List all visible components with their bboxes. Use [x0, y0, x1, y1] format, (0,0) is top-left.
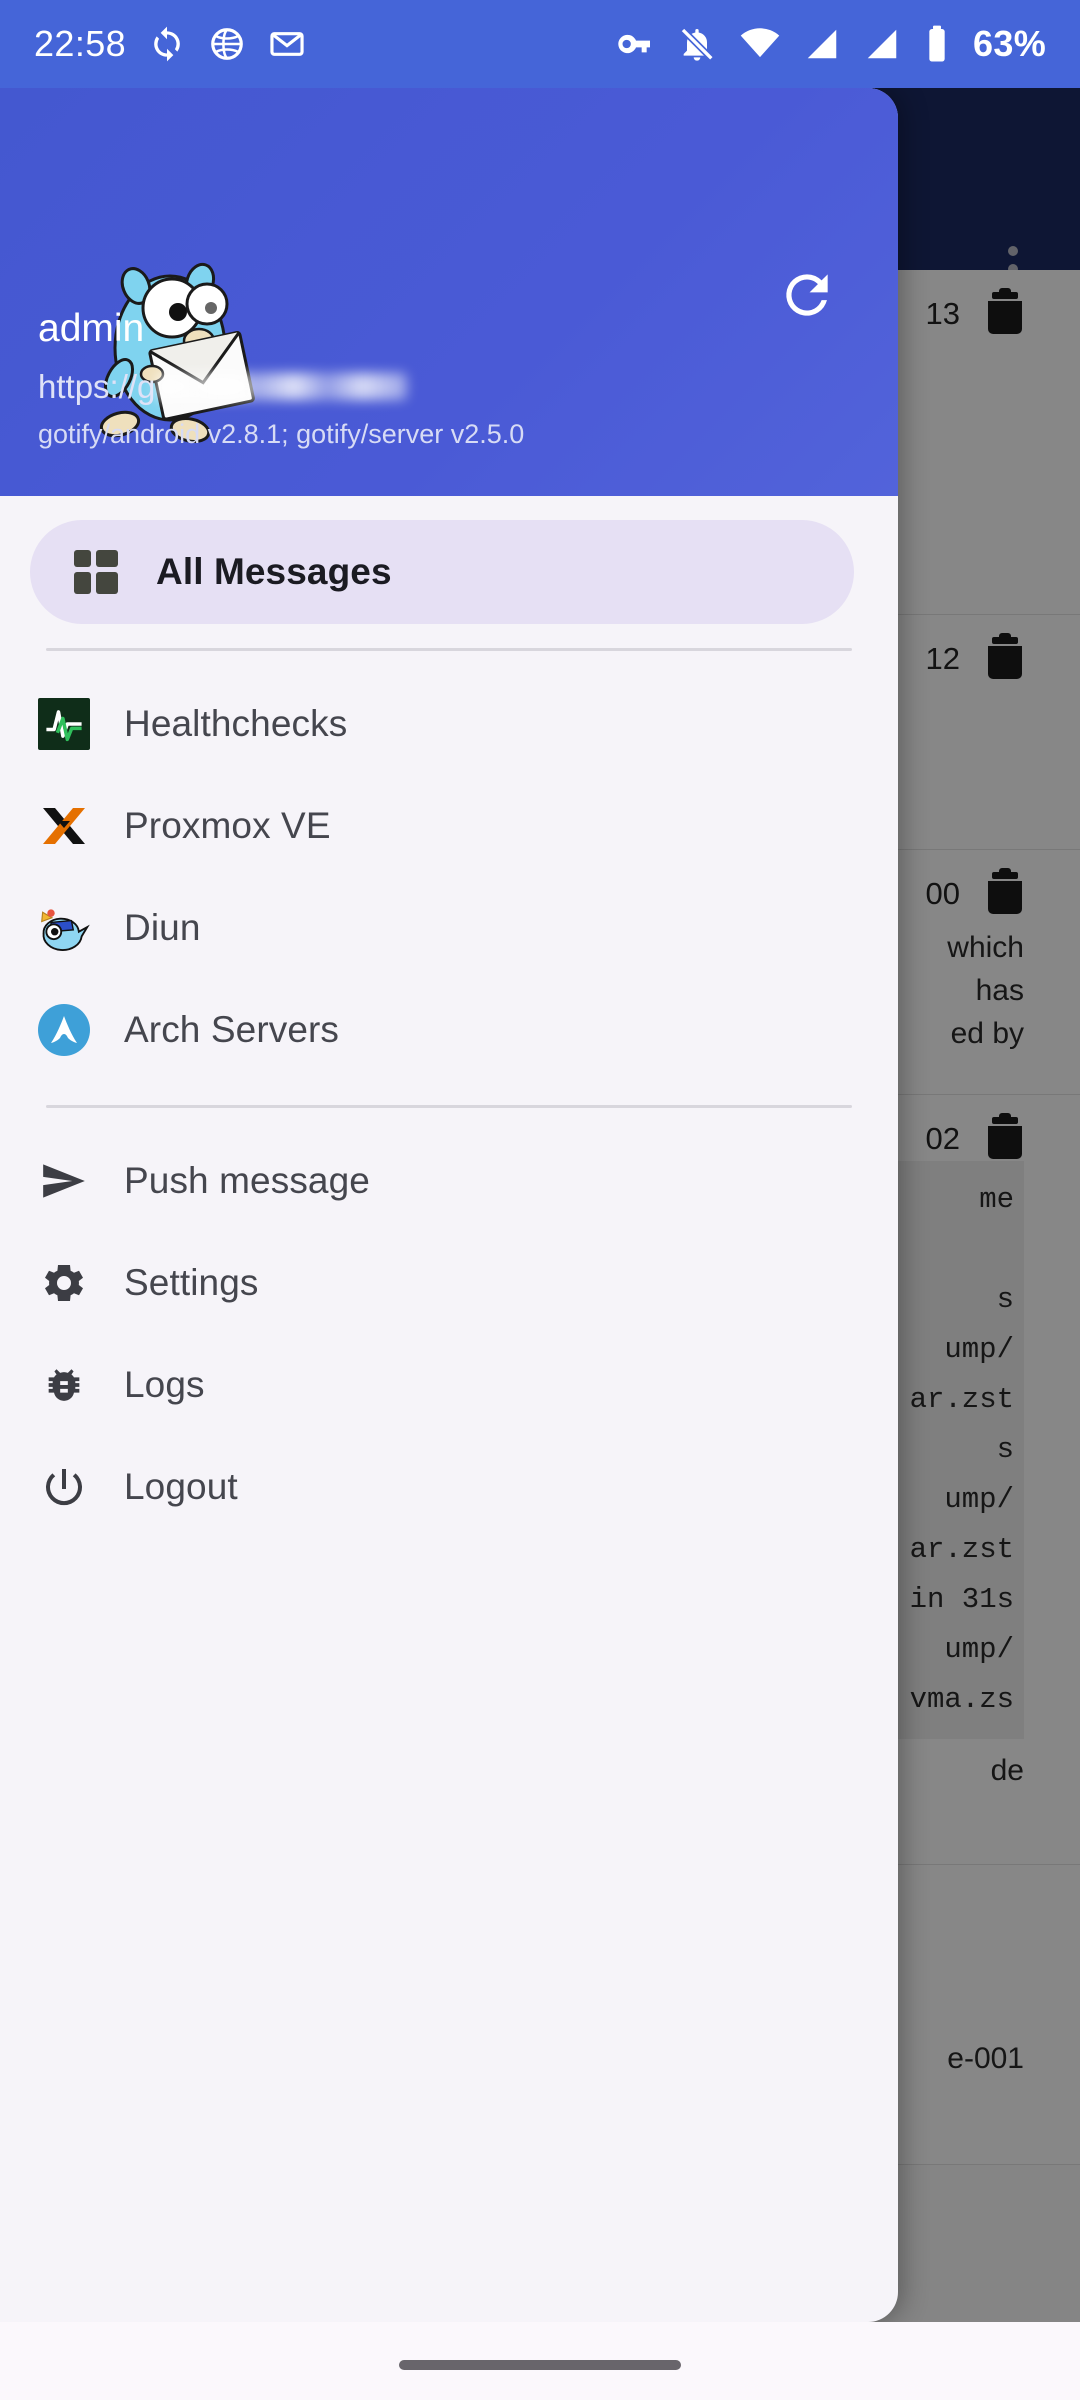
server-url-prefix: https://g	[38, 368, 156, 405]
drawer-header: admin https://g gotify/android v2.8.1; g…	[0, 88, 898, 496]
dashboard-grid-icon	[70, 546, 122, 598]
status-bar: 22:58 63%	[0, 0, 1080, 88]
vpn-key-icon	[618, 34, 651, 54]
server-url-redacted	[157, 373, 408, 400]
sidebar-item-push-message[interactable]: Push message	[0, 1130, 898, 1232]
sidebar-item-all-messages[interactable]: All Messages	[30, 520, 854, 624]
globe-icon	[211, 28, 243, 60]
sidebar-item-logs[interactable]: Logs	[0, 1334, 898, 1436]
wifi-icon	[740, 28, 780, 58]
sidebar-item-logout[interactable]: Logout	[0, 1436, 898, 1538]
status-bar-left: 22:58	[34, 23, 306, 65]
bug-icon	[38, 1359, 90, 1411]
sidebar-item-arch-servers[interactable]: Arch Servers	[0, 979, 898, 1081]
sidebar-item-label: Healthchecks	[124, 703, 348, 744]
signal-icon	[807, 29, 837, 59]
system-gesture-bar	[0, 2322, 1080, 2400]
home-gesture-handle[interactable]	[399, 2360, 681, 2370]
notifications-muted-icon	[679, 26, 715, 62]
mail-icon	[270, 32, 304, 56]
sidebar-item-label: Push message	[124, 1160, 370, 1201]
status-bar-right: 63%	[615, 23, 1046, 65]
signal-icon	[867, 29, 897, 59]
sidebar-item-label: Arch Servers	[124, 1009, 340, 1050]
divider	[46, 648, 852, 651]
sidebar-item-label: Logs	[124, 1364, 205, 1405]
sync-icon	[154, 26, 180, 62]
server-url: https://g	[38, 370, 524, 403]
gear-icon	[38, 1257, 90, 1309]
refresh-icon[interactable]	[776, 264, 838, 326]
clock: 22:58	[34, 23, 127, 64]
battery-percent: 63%	[973, 23, 1046, 64]
healthchecks-pulse-icon	[38, 698, 90, 750]
username-label: admin	[38, 307, 145, 350]
sidebar-item-label: Proxmox VE	[124, 805, 331, 846]
sidebar-item-label: Diun	[124, 907, 201, 948]
divider	[46, 1105, 852, 1108]
sidebar-item-settings[interactable]: Settings	[0, 1232, 898, 1334]
diun-whale-icon	[38, 902, 90, 954]
drawer-body: All Messages Healthchecks Proxmox VE Diu…	[0, 496, 898, 1538]
sidebar-item-diun[interactable]: Diun	[0, 877, 898, 979]
proxmox-x-icon	[38, 800, 90, 852]
arch-linux-icon	[38, 1004, 90, 1056]
power-icon	[38, 1461, 90, 1513]
battery-icon	[929, 25, 945, 62]
sidebar-item-label: Logout	[124, 1466, 238, 1507]
version-label: gotify/android v2.8.1; gotify/server v2.…	[38, 419, 525, 449]
drawer-header-text: admin https://g gotify/android v2.8.1; g…	[38, 309, 524, 448]
sidebar-item-label: Settings	[124, 1262, 259, 1303]
sidebar-item-label: All Messages	[156, 551, 392, 592]
sidebar-item-proxmox-ve[interactable]: Proxmox VE	[0, 775, 898, 877]
navigation-drawer: admin https://g gotify/android v2.8.1; g…	[0, 88, 898, 2322]
send-icon	[38, 1155, 90, 1207]
sidebar-item-healthchecks[interactable]: Healthchecks	[0, 673, 898, 775]
